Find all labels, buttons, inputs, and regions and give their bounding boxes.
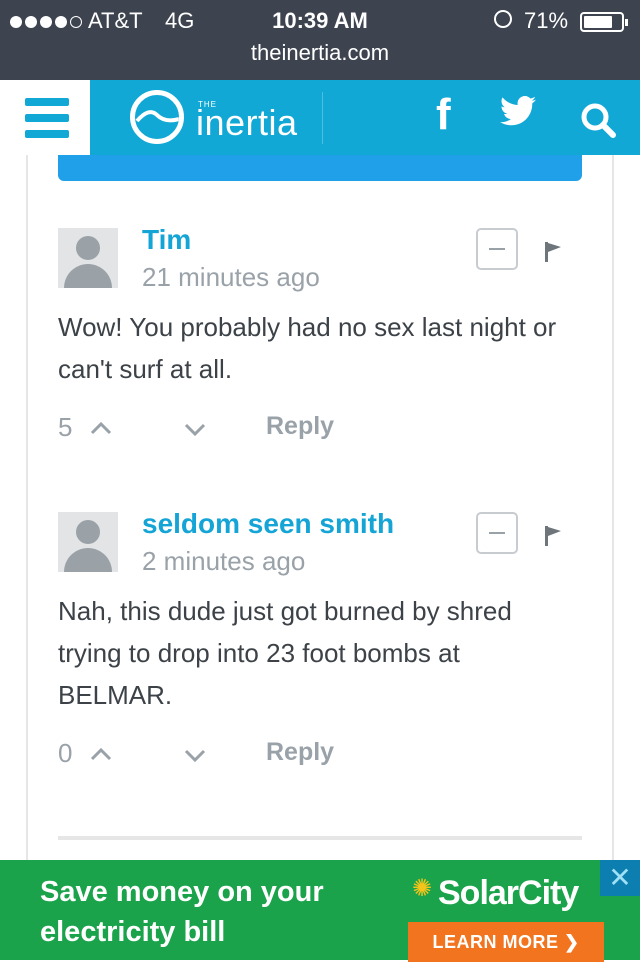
flag-icon[interactable] <box>545 242 561 262</box>
battery-percent: 71% <box>524 8 569 33</box>
alarm-icon <box>494 10 512 28</box>
comment: seldom seen smith 2 minutes ago Nah, thi… <box>58 508 598 772</box>
logo-wave-icon <box>130 90 184 144</box>
comment-author[interactable]: Tim <box>142 224 191 256</box>
divider <box>58 836 582 840</box>
search-icon[interactable] <box>580 102 616 143</box>
avatar[interactable] <box>58 228 118 288</box>
status-bar: AT&T 4G 10:39 AM 71% theinertia.com <box>0 0 640 80</box>
solarcity-sun-icon: ✺ <box>412 875 433 902</box>
battery-icon <box>580 12 628 32</box>
url-bar[interactable]: theinertia.com <box>0 40 640 66</box>
upvote-icon[interactable] <box>90 744 112 767</box>
ad-brand-logo: SolarCity <box>438 874 579 912</box>
reply-button[interactable]: Reply <box>266 412 334 441</box>
header-divider <box>322 92 323 144</box>
comment-timestamp[interactable]: 21 minutes ago <box>142 262 320 293</box>
post-comment-button[interactable] <box>58 155 582 181</box>
downvote-icon[interactable] <box>184 420 206 443</box>
reply-button[interactable]: Reply <box>266 738 334 767</box>
learn-more-button[interactable]: LEARN MORE ❯ <box>408 922 604 962</box>
minus-icon <box>489 532 505 534</box>
vote-count: 5 <box>58 412 73 442</box>
ad-headline[interactable]: Save money on your electricity bill <box>40 872 400 952</box>
collapse-button[interactable] <box>476 512 518 554</box>
logo-text: inertia <box>196 102 298 143</box>
ad-banner[interactable]: Save money on your electricity bill ✺ So… <box>0 860 640 962</box>
comment: Tim 21 minutes ago Wow! You probably had… <box>58 224 598 448</box>
facebook-icon[interactable]: f <box>436 90 451 140</box>
avatar[interactable] <box>58 512 118 572</box>
site-logo[interactable]: THE inertia <box>130 88 330 148</box>
comment-author[interactable]: seldom seen smith <box>142 508 394 540</box>
site-header: THE inertia f <box>0 80 640 155</box>
vote-count: 0 <box>58 738 73 768</box>
collapse-button[interactable] <box>476 228 518 270</box>
flag-icon[interactable] <box>545 526 561 546</box>
upvote-icon[interactable] <box>90 418 112 441</box>
comment-text: Wow! You probably had no sex last night … <box>58 312 557 384</box>
downvote-icon[interactable] <box>184 746 206 769</box>
close-icon[interactable]: ✕ <box>600 860 640 896</box>
minus-icon <box>489 248 505 250</box>
menu-button[interactable] <box>0 80 90 155</box>
comment-timestamp[interactable]: 2 minutes ago <box>142 546 305 577</box>
twitter-icon[interactable] <box>500 96 536 131</box>
comment-text: Nah, this dude just got burned by shred … <box>58 596 512 710</box>
